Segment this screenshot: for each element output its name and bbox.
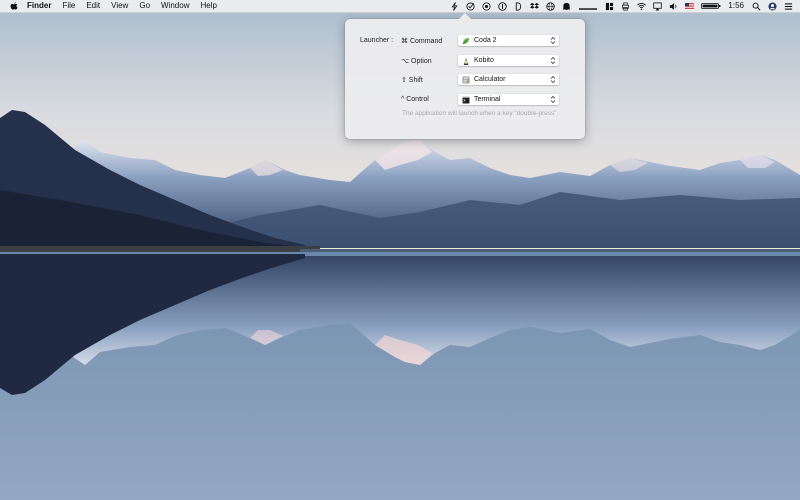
app-select-command-value: Coda 2 xyxy=(474,37,497,44)
grid-icon[interactable] xyxy=(605,2,614,11)
app-select-command[interactable]: Coda 2 xyxy=(458,35,559,46)
airplay-icon[interactable] xyxy=(653,1,663,11)
menu-window[interactable]: Window xyxy=(161,0,189,12)
menu-bar: Finder File Edit View Go Window Help 1:5… xyxy=(0,0,800,13)
user-icon[interactable] xyxy=(768,1,777,11)
popover-arrow xyxy=(459,13,471,19)
app-select-shift-value: Calculator xyxy=(474,76,506,83)
key-label-control: ^ Control xyxy=(401,96,429,103)
chevron-updown-icon xyxy=(550,56,556,65)
list-icon[interactable] xyxy=(784,2,793,11)
kobito-icon xyxy=(463,58,469,65)
chevron-updown-icon xyxy=(550,95,556,104)
launcher-row-command: ⌘ Command Coda 2 xyxy=(345,35,585,47)
app-select-option-value: Kobito xyxy=(474,57,494,64)
launcher-row-control: ^ Control Terminal xyxy=(345,94,585,106)
volume-icon[interactable] xyxy=(669,2,678,11)
wifi-icon[interactable] xyxy=(637,2,647,11)
globe-icon[interactable] xyxy=(546,1,556,11)
apple-icon[interactable] xyxy=(9,1,19,11)
search-icon[interactable] xyxy=(752,2,761,11)
menu-edit[interactable]: Edit xyxy=(86,0,100,12)
printer-icon[interactable] xyxy=(621,2,630,11)
d-icon[interactable] xyxy=(514,1,523,11)
app-select-shift[interactable]: Calculator xyxy=(458,74,559,85)
checkmark-icon[interactable] xyxy=(466,1,475,11)
menu-app-name[interactable]: Finder xyxy=(27,0,51,12)
key-label-shift: ⇧ Shift xyxy=(401,77,423,84)
dropbox-icon[interactable] xyxy=(530,2,540,11)
app-select-control[interactable]: Terminal xyxy=(458,94,559,105)
lightning-icon[interactable] xyxy=(450,1,459,11)
launcher-popover: Launcher : ⌘ Command Coda 2 ⌥ Option Kob… xyxy=(345,13,585,139)
chevron-updown-icon xyxy=(550,36,556,45)
terminal-icon xyxy=(462,96,470,104)
menu-clock[interactable]: 1:56 xyxy=(728,0,744,12)
key-label-option: ⌥ Option xyxy=(401,58,432,65)
app-select-control-value: Terminal xyxy=(474,96,501,103)
info-icon[interactable] xyxy=(498,1,508,11)
menu-go[interactable]: Go xyxy=(139,0,150,12)
eye-icon[interactable] xyxy=(482,1,491,11)
launcher-hint: The application will launch when a key "… xyxy=(402,110,559,117)
menu-help[interactable]: Help xyxy=(200,0,216,12)
launcher-row-shift: ⇧ Shift Calculator xyxy=(345,74,585,86)
chevron-updown-icon xyxy=(550,75,556,84)
us-flag-icon[interactable] xyxy=(685,3,695,9)
key-label-command: ⌘ Command xyxy=(401,38,443,45)
battery-icon[interactable] xyxy=(701,3,721,9)
launcher-row-option: ⌥ Option Kobito xyxy=(345,55,585,67)
app-select-option[interactable]: Kobito xyxy=(458,55,559,66)
menu-view[interactable]: View xyxy=(111,0,128,12)
calculator-icon xyxy=(462,76,470,84)
menu-file[interactable]: File xyxy=(62,0,75,12)
line-icon[interactable] xyxy=(578,2,598,11)
ghost-icon[interactable] xyxy=(562,2,571,11)
leaf-icon xyxy=(462,38,469,45)
